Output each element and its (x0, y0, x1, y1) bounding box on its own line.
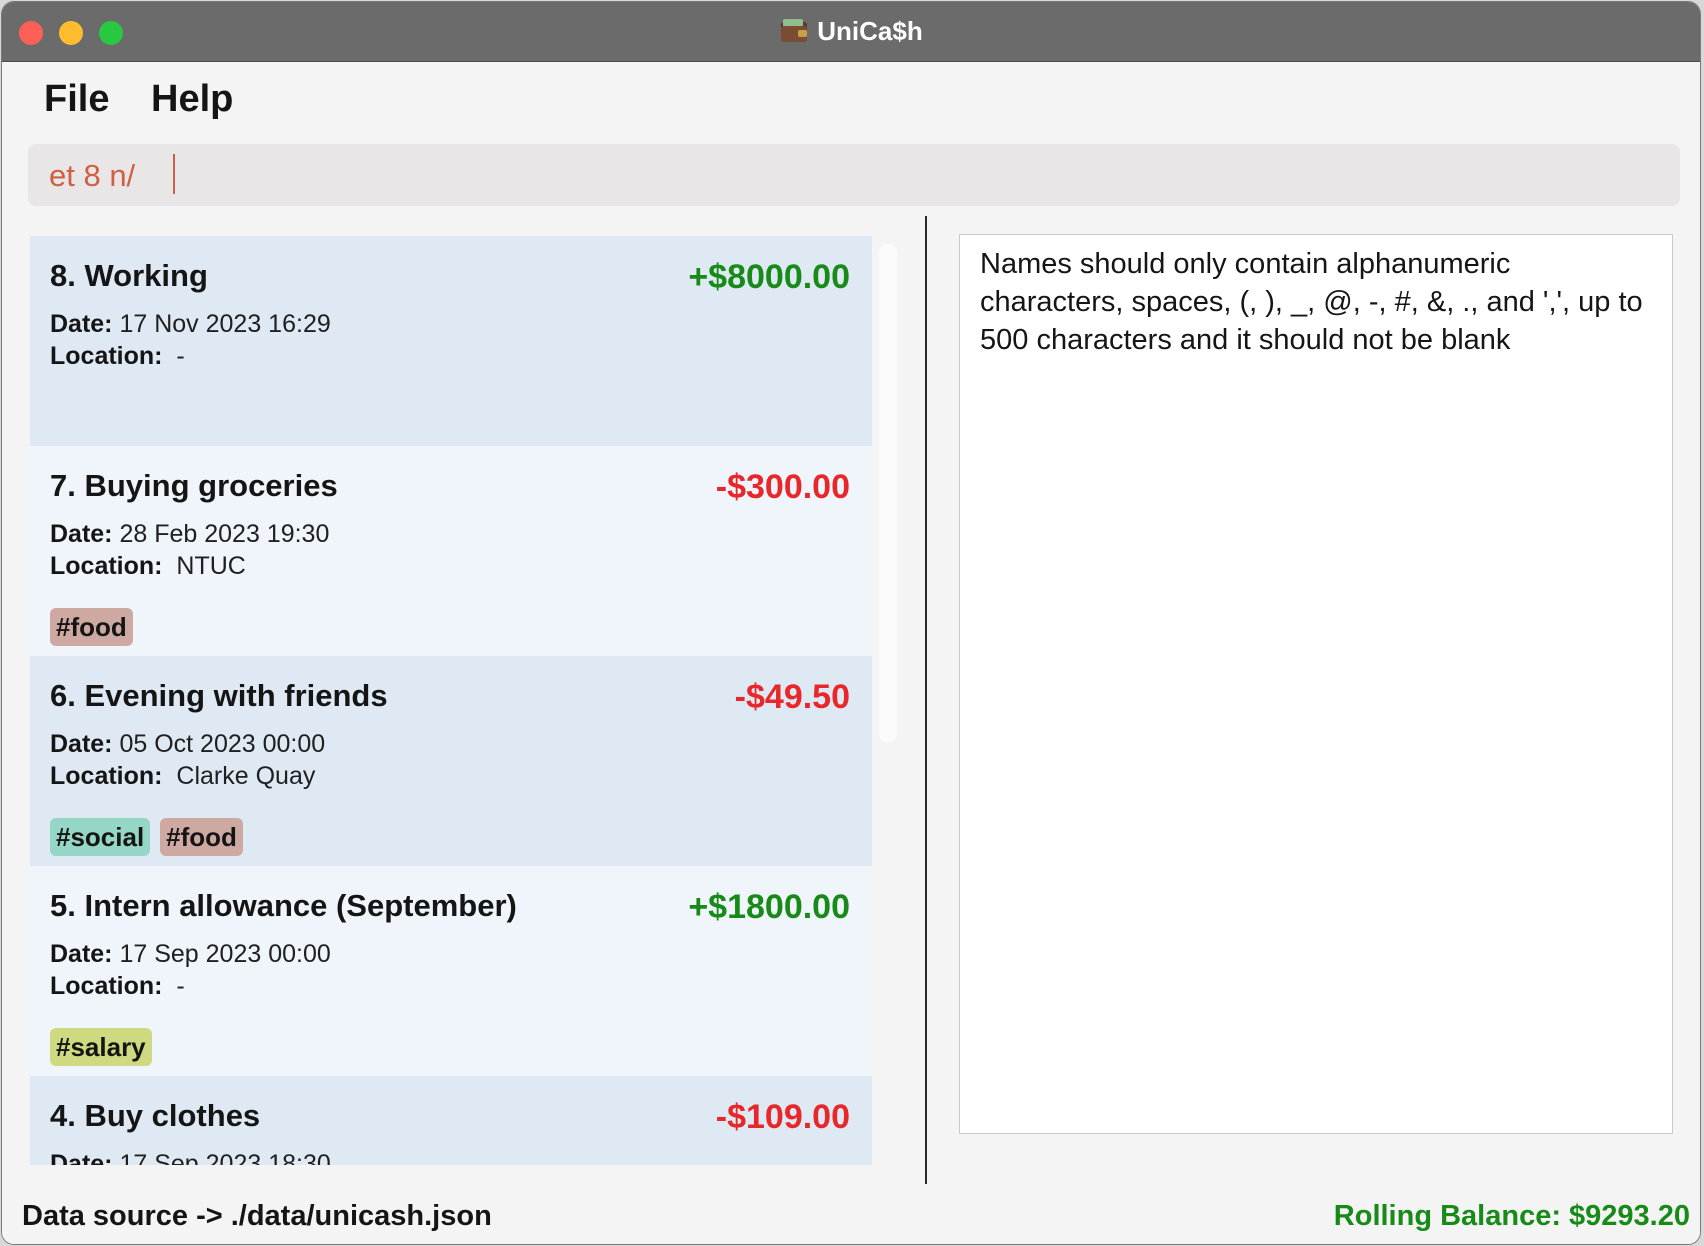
transaction-title: 4. Buy clothes (50, 1098, 261, 1133)
menu-help[interactable]: Help (151, 78, 233, 121)
tag-badge: #food (160, 818, 243, 856)
transaction-title: 6. Evening with friends (50, 678, 388, 713)
transaction-title: 7. Buying groceries (50, 468, 338, 503)
transaction-location: NTUC (176, 552, 246, 580)
result-message: Names should only contain alphanumeric c… (980, 248, 1643, 356)
transaction-card[interactable]: 7. Buying groceries -$300.00 Date: 28 Feb … (30, 446, 872, 656)
transaction-date: 05 Oct 2023 00:00 (119, 730, 326, 758)
transaction-card[interactable]: 8. Working +$8000.00 Date: 17 Nov 2023 16:… (30, 236, 872, 446)
transaction-location: - (176, 342, 185, 370)
split-pane-divider[interactable] (925, 216, 927, 1184)
transaction-date: 17 Sep 2023 00:00 (119, 940, 331, 968)
transaction-card[interactable]: 6. Evening with friends -$49.50 Date: 05 O… (30, 656, 872, 866)
transaction-card[interactable]: 5. Intern allowance (September) +$1800.00… (30, 866, 872, 1076)
transaction-title: 8. Working (50, 258, 208, 293)
transaction-location: Clarke Quay (176, 762, 316, 790)
transaction-date-row: Date: 17 Nov 2023 16:29 (50, 310, 331, 339)
location-label: Location: (50, 972, 163, 1000)
window-title-area: UniCa$h (2, 16, 1700, 47)
date-label: Date: (50, 940, 113, 968)
tag-badge: #salary (50, 1028, 152, 1066)
transaction-amount: -$300.00 (715, 468, 850, 506)
location-label: Location: (50, 342, 163, 370)
transaction-location: - (176, 972, 185, 1000)
transaction-date-row: Date: 17 Sep 2023 18:30 (50, 1150, 331, 1165)
result-display: Names should only contain alphanumeric c… (959, 234, 1673, 1134)
transaction-location-row: Location: - (50, 342, 185, 371)
window-title: UniCa$h (817, 16, 923, 46)
transaction-location-row: Location: - (50, 972, 185, 1001)
transaction-date: 28 Feb 2023 19:30 (119, 520, 330, 548)
command-input[interactable]: et 8 n/ (28, 144, 1680, 206)
app-window: UniCa$h File Help et 8 n/ 8. Working +$80… (2, 2, 1700, 1244)
date-label: Date: (50, 520, 113, 548)
transaction-amount: +$1800.00 (688, 888, 850, 926)
tag-list: #food (50, 608, 143, 646)
transaction-date-row: Date: 05 Oct 2023 00:00 (50, 730, 325, 759)
list-scrollbar-thumb[interactable] (879, 244, 897, 742)
transaction-date-row: Date: 17 Sep 2023 00:00 (50, 940, 331, 969)
transaction-card[interactable]: 4. Buy clothes -$109.00 Date: 17 Sep 2023 … (30, 1076, 872, 1165)
menu-bar: File Help (2, 62, 1700, 138)
transaction-amount: +$8000.00 (688, 258, 850, 296)
menu-file[interactable]: File (44, 78, 109, 121)
title-bar[interactable]: UniCa$h (2, 2, 1700, 62)
date-label: Date: (50, 310, 113, 338)
transaction-date: 17 Nov 2023 16:29 (119, 310, 331, 338)
tag-list: #social #food (50, 818, 253, 856)
tag-badge: #social (50, 818, 151, 856)
command-input-text: et 8 n/ (49, 158, 144, 193)
data-source-path: Data source -> ./data/unicash.json (22, 1200, 492, 1232)
location-label: Location: (50, 762, 163, 790)
transaction-list[interactable]: 8. Working +$8000.00 Date: 17 Nov 2023 16:… (30, 236, 872, 1165)
transaction-date: 17 Sep 2023 18:30 (119, 1150, 331, 1165)
transaction-location-row: Location: Clarke Quay (50, 762, 315, 791)
location-label: Location: (50, 552, 163, 580)
transaction-title: 5. Intern allowance (September) (50, 888, 517, 923)
status-bar: Data source -> ./data/unicash.json Rolli… (2, 1188, 1700, 1244)
text-caret (173, 154, 175, 194)
tag-badge: #food (50, 608, 133, 646)
date-label: Date: (50, 1150, 113, 1165)
rolling-balance: Rolling Balance: $9293.20 (1333, 1200, 1690, 1232)
transaction-location-row: Location: NTUC (50, 552, 246, 581)
transaction-amount: -$109.00 (715, 1098, 850, 1136)
transaction-amount: -$49.50 (734, 678, 850, 716)
date-label: Date: (50, 730, 113, 758)
tag-list: #salary (50, 1028, 162, 1066)
wallet-icon (781, 19, 808, 42)
transaction-date-row: Date: 28 Feb 2023 19:30 (50, 520, 329, 549)
